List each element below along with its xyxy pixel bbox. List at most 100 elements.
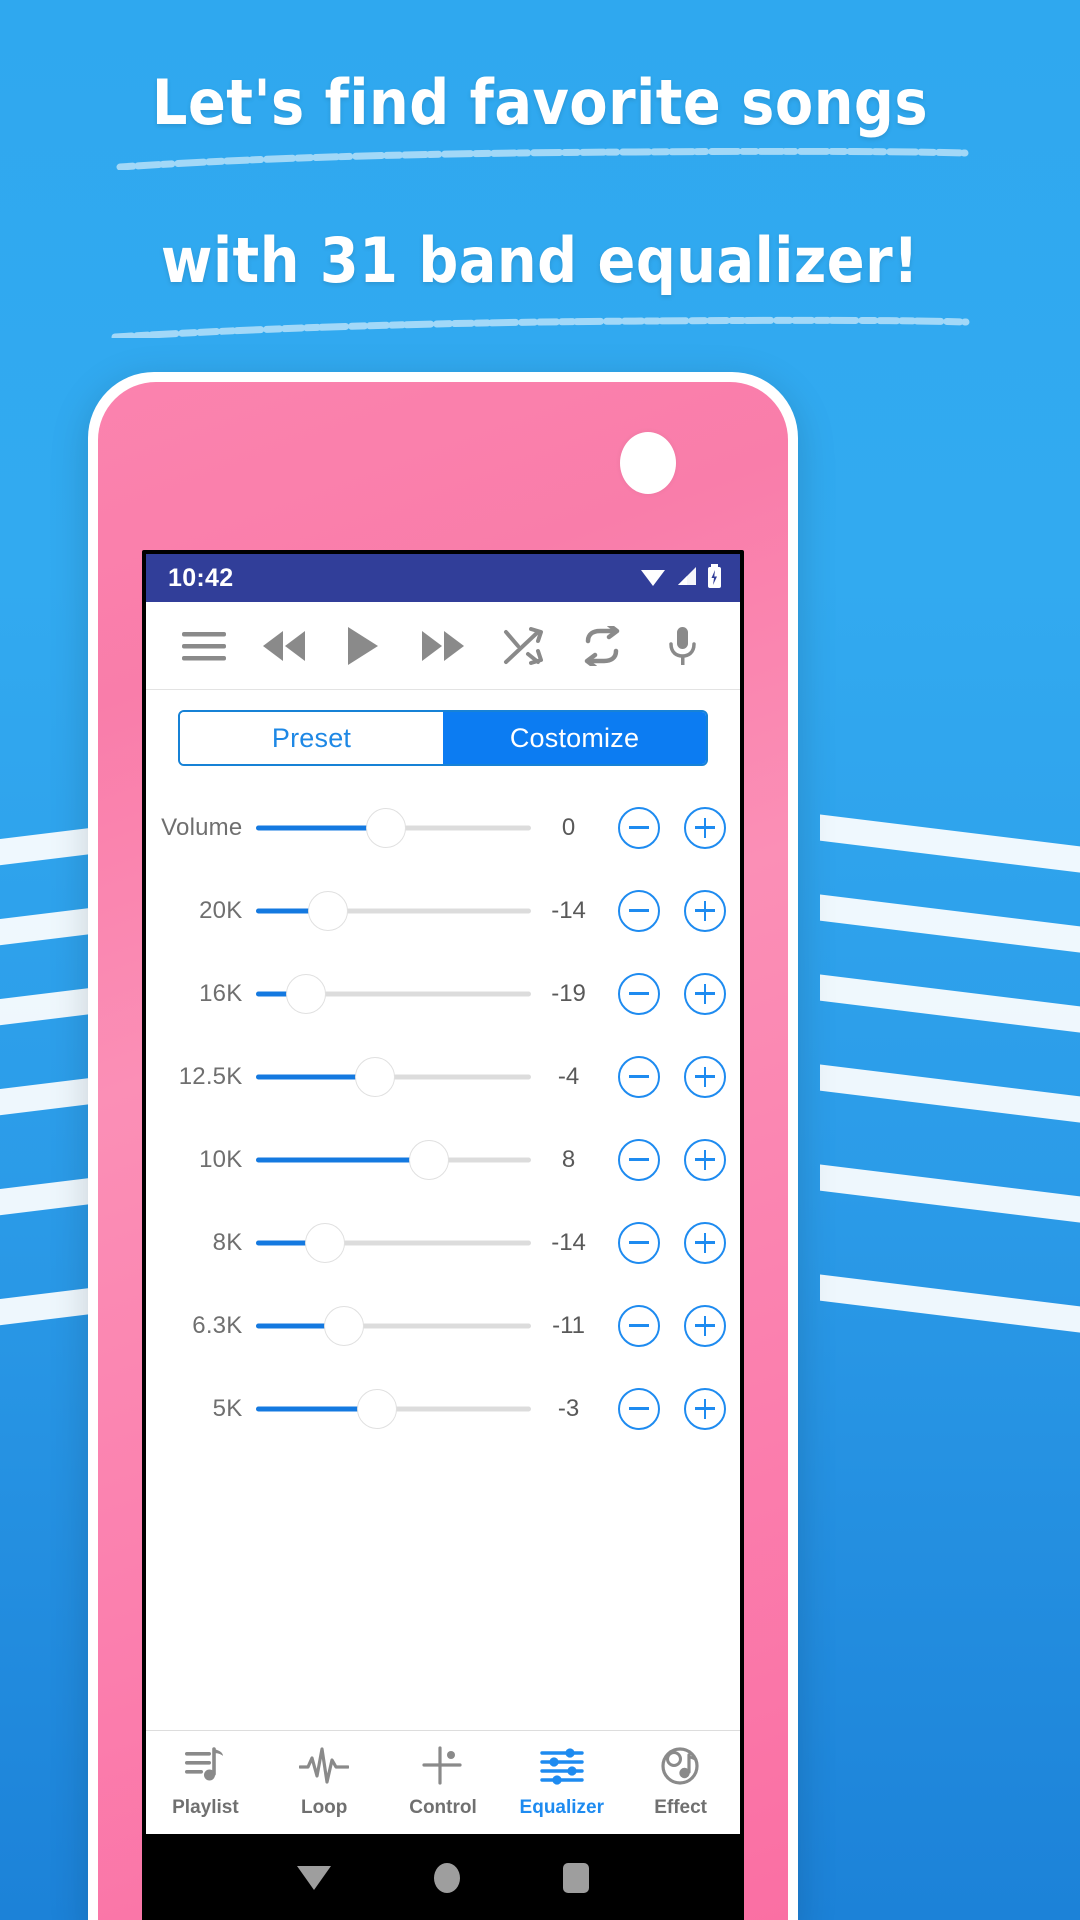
band-value: -14 — [551, 1228, 586, 1256]
effect-icon — [659, 1746, 703, 1791]
signal-icon — [676, 565, 698, 592]
slider-thumb[interactable] — [357, 1388, 398, 1429]
slider-thumb[interactable] — [307, 890, 348, 931]
status-bar: 10:42 — [146, 554, 740, 602]
equalizer-row: 10K 8 — [146, 1118, 740, 1201]
equalizer-row: 16K -19 — [146, 952, 740, 1035]
tab-effect[interactable]: Effect — [621, 1746, 740, 1819]
band-value: 8 — [561, 1145, 576, 1173]
decrease-button[interactable] — [618, 1304, 660, 1347]
band-value: -14 — [551, 896, 586, 924]
band-stepper — [618, 1138, 726, 1181]
promo-headline: Let's find favorite songs with 31 band e… — [0, 72, 1080, 338]
slider-thumb[interactable] — [409, 1139, 450, 1180]
tab-preset[interactable]: Preset — [180, 712, 443, 764]
play-icon[interactable] — [331, 614, 395, 678]
equalizer-slider-list: Volume 0 20K -14 16K -19 12.5K -4 10K 8 8K -14 6.3K -… — [146, 786, 740, 1730]
decrease-button[interactable] — [618, 889, 660, 932]
shuffle-icon[interactable] — [491, 614, 555, 678]
screen-bezel: 10:42 Preset Costomize Volume 0 20K -14 … — [142, 550, 744, 1920]
band-label: 8K — [212, 1228, 243, 1256]
band-slider[interactable] — [256, 970, 532, 1018]
increase-button[interactable] — [684, 806, 726, 849]
increase-button[interactable] — [684, 972, 726, 1015]
increase-button[interactable] — [684, 1221, 726, 1264]
mode-selector: Preset Costomize — [146, 690, 740, 786]
decrease-button[interactable] — [618, 1221, 660, 1264]
band-value: -3 — [557, 1394, 580, 1422]
slider-thumb[interactable] — [305, 1222, 346, 1263]
repeat-icon[interactable] — [570, 614, 634, 678]
wifi-icon — [639, 565, 667, 592]
band-slider[interactable] — [256, 887, 532, 935]
tab-loop[interactable]: Loop — [265, 1746, 384, 1819]
slider-thumb[interactable] — [354, 1056, 395, 1097]
tab-customize[interactable]: Costomize — [443, 712, 706, 764]
phone-body: 10:42 Preset Costomize Volume 0 20K -14 … — [98, 382, 788, 1920]
band-stepper — [618, 1304, 726, 1347]
band-label: Volume — [161, 813, 243, 841]
headline-line-2: with 31 band equalizer! — [160, 224, 920, 297]
band-slider[interactable] — [256, 1136, 532, 1184]
equalizer-row: 8K -14 — [146, 1201, 740, 1284]
front-camera — [620, 432, 676, 494]
microphone-icon[interactable] — [650, 614, 714, 678]
phone-mockup: 10:42 Preset Costomize Volume 0 20K -14 … — [88, 372, 798, 1920]
band-label: 5K — [212, 1394, 243, 1422]
recents-button[interactable] — [562, 1863, 589, 1893]
tab-playlist[interactable]: Playlist — [146, 1746, 265, 1819]
increase-button[interactable] — [684, 1304, 726, 1347]
tab-label: Loop — [300, 1797, 348, 1818]
tab-label: Control — [409, 1797, 477, 1818]
decrease-button[interactable] — [618, 1055, 660, 1098]
band-label: 20K — [199, 896, 243, 924]
tab-control[interactable]: Control — [384, 1746, 503, 1819]
battery-charging-icon — [707, 563, 722, 593]
back-button[interactable] — [297, 1866, 332, 1890]
decrease-button[interactable] — [618, 1387, 660, 1430]
band-stepper — [618, 972, 726, 1015]
fast-forward-icon[interactable] — [411, 614, 475, 678]
equalizer-row: 5K -3 — [146, 1367, 740, 1450]
increase-button[interactable] — [684, 1387, 726, 1430]
slider-thumb[interactable] — [365, 807, 406, 848]
status-bar-clock: 10:42 — [168, 563, 234, 592]
increase-button[interactable] — [684, 1138, 726, 1181]
tab-label: Playlist — [172, 1797, 239, 1818]
menu-icon[interactable] — [172, 614, 236, 678]
android-nav-bar — [146, 1834, 740, 1920]
headline-line-1: Let's find favorite songs — [151, 66, 929, 139]
band-slider[interactable] — [256, 1302, 532, 1350]
tab-equalizer[interactable]: Equalizer — [502, 1746, 621, 1819]
slider-thumb[interactable] — [285, 973, 326, 1014]
band-slider[interactable] — [256, 804, 532, 852]
band-stepper — [618, 1055, 726, 1098]
decrease-button[interactable] — [618, 1138, 660, 1181]
player-toolbar — [146, 602, 740, 690]
band-stepper — [618, 1221, 726, 1264]
band-slider[interactable] — [256, 1219, 532, 1267]
increase-button[interactable] — [684, 889, 726, 932]
headline-underline-2 — [110, 316, 970, 338]
equalizer-row: 6.3K -11 — [146, 1284, 740, 1367]
control-icon — [420, 1746, 466, 1791]
decrease-button[interactable] — [618, 806, 660, 849]
promo-graphic: Let's find favorite songs with 31 band e… — [0, 0, 1080, 1920]
slider-fill — [256, 1157, 430, 1162]
tab-label: Equalizer — [519, 1797, 605, 1818]
band-slider[interactable] — [256, 1385, 532, 1433]
band-stepper — [618, 806, 726, 849]
band-label: 12.5K — [178, 1062, 243, 1090]
segmented-control: Preset Costomize — [178, 710, 708, 766]
equalizer-row: 12.5K -4 — [146, 1035, 740, 1118]
decrease-button[interactable] — [618, 972, 660, 1015]
increase-button[interactable] — [684, 1055, 726, 1098]
bottom-tab-bar: Playlist Loop Control Equalizer Effect — [146, 1730, 740, 1834]
rewind-icon[interactable] — [252, 614, 316, 678]
home-button[interactable] — [433, 1863, 460, 1893]
waveform-icon — [298, 1746, 350, 1791]
slider-thumb[interactable] — [324, 1305, 365, 1346]
band-value: -19 — [551, 979, 586, 1007]
band-slider[interactable] — [256, 1053, 532, 1101]
status-bar-icons — [639, 563, 722, 593]
